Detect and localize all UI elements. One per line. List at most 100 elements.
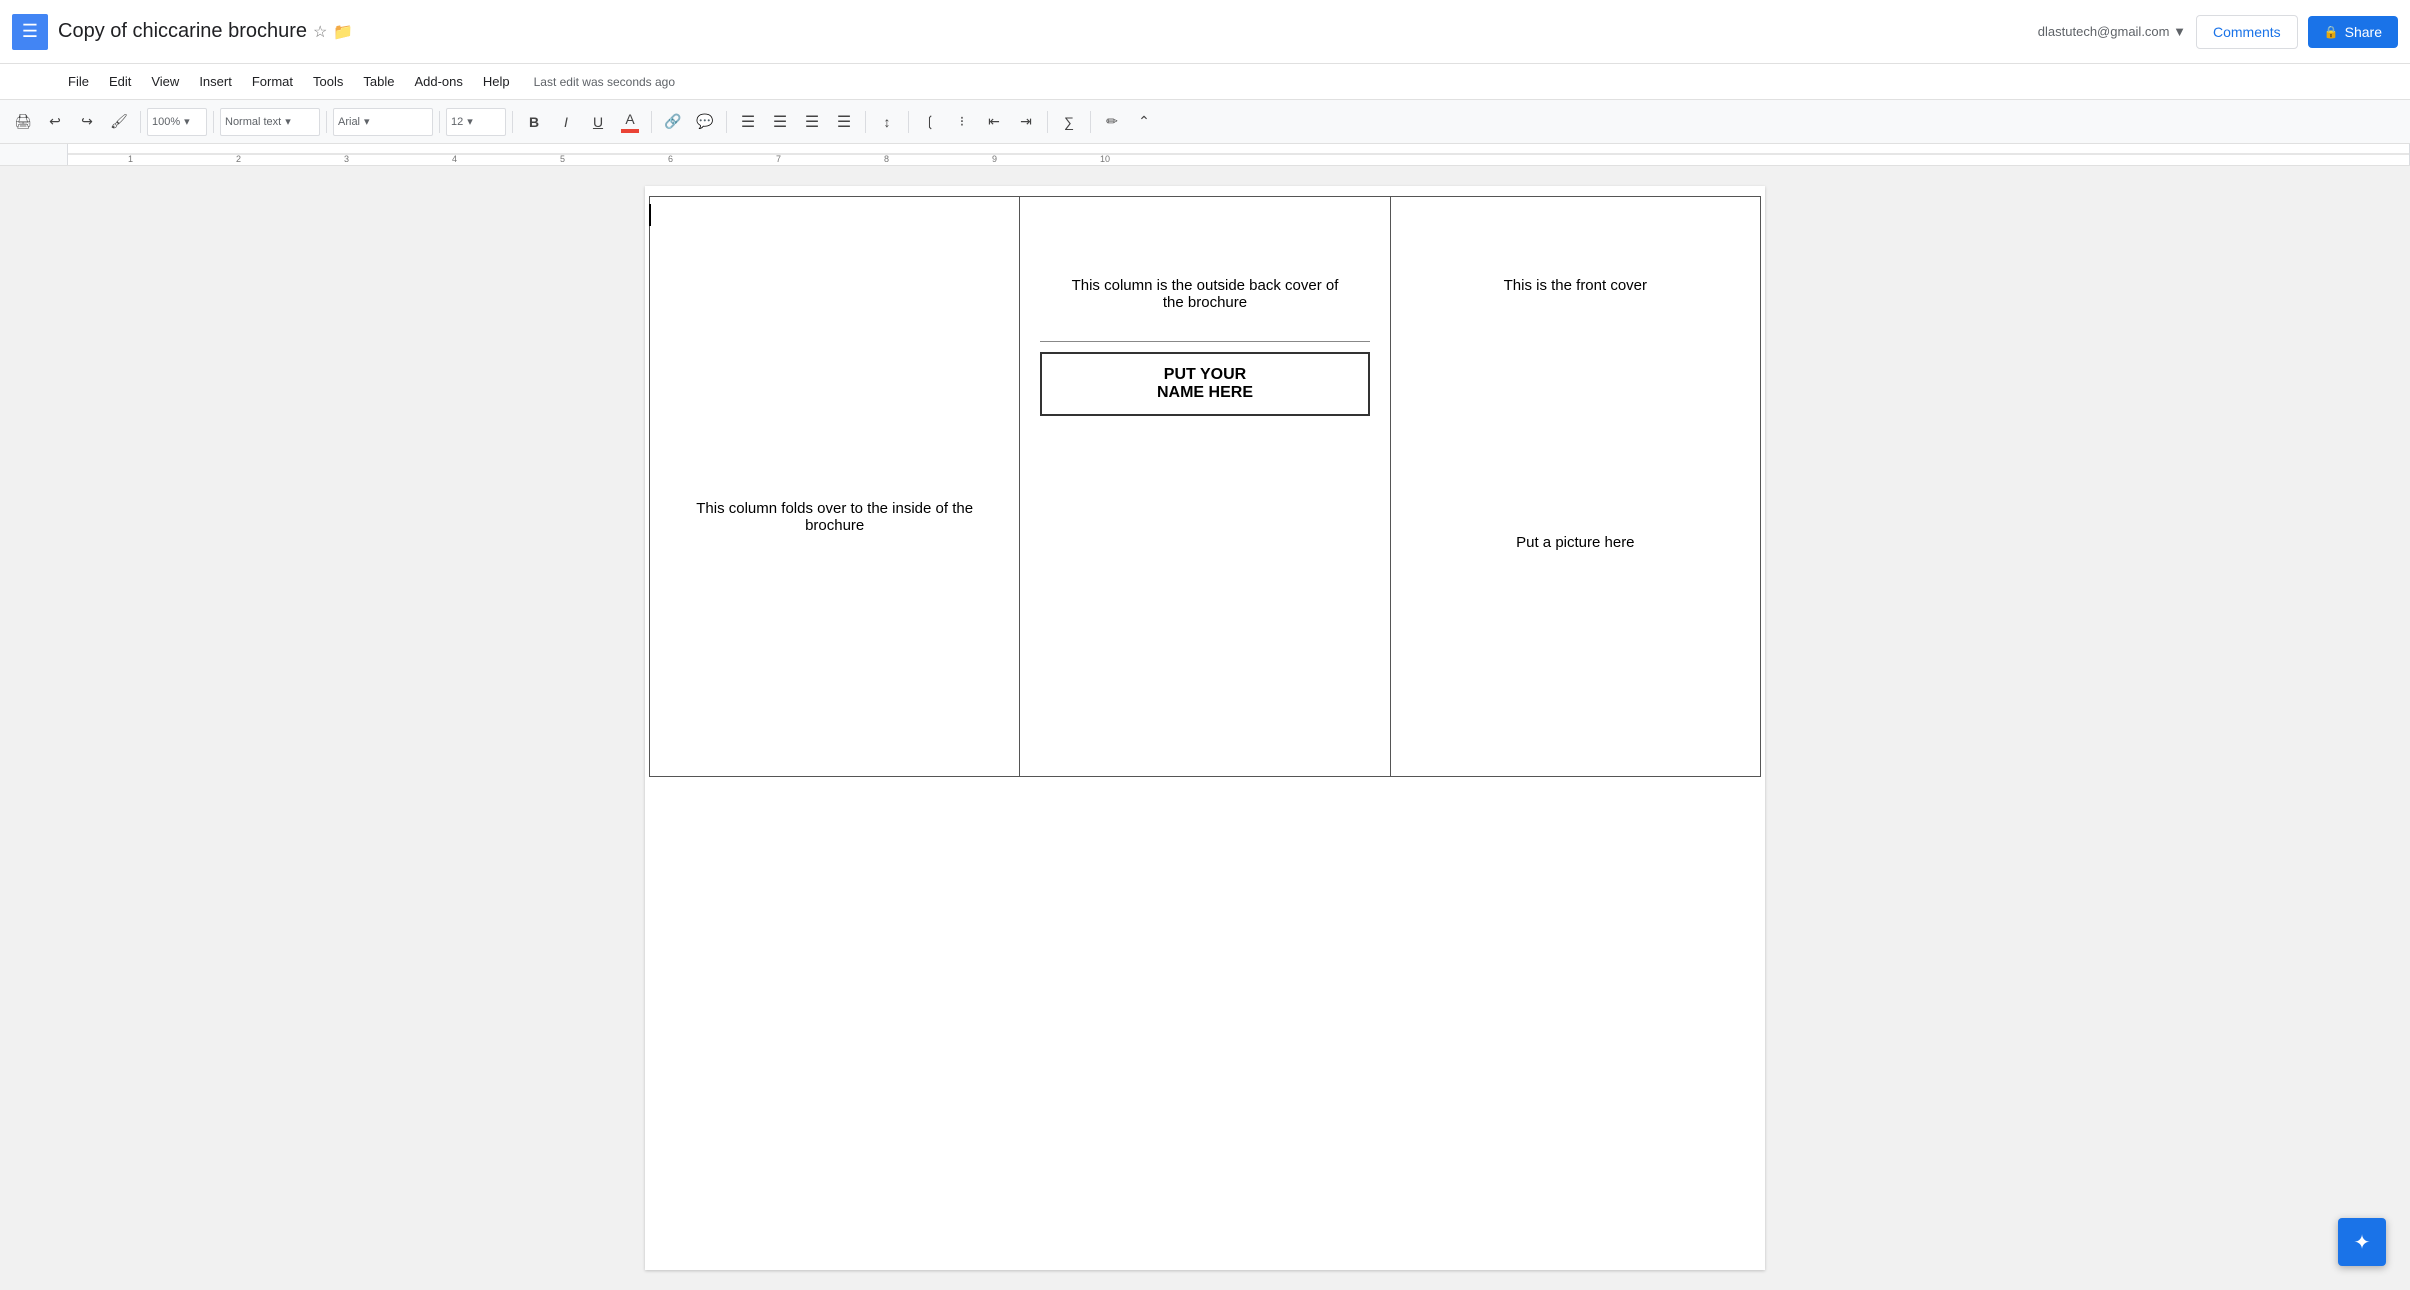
name-line1: PUT YOUR bbox=[1054, 366, 1355, 384]
svg-text:2: 2 bbox=[236, 154, 241, 164]
align-right-icon: ☰ bbox=[805, 112, 819, 132]
menu-table[interactable]: Table bbox=[355, 70, 402, 93]
name-box[interactable]: PUT YOUR NAME HERE bbox=[1040, 352, 1369, 416]
menu-help[interactable]: Help bbox=[475, 70, 518, 93]
print-button[interactable]: 🖨 bbox=[8, 107, 38, 137]
separator-7 bbox=[726, 111, 727, 133]
doc-title[interactable]: Copy of chiccarine brochure bbox=[58, 20, 307, 43]
folder-icon[interactable]: 📁 bbox=[333, 22, 353, 42]
ruler: 1 2 3 4 5 6 7 8 9 10 bbox=[0, 144, 2410, 166]
table-cell-col1[interactable]: This column folds over to the inside of … bbox=[650, 197, 1020, 777]
menu-view[interactable]: View bbox=[143, 70, 187, 93]
table-row: This column folds over to the inside of … bbox=[650, 197, 1761, 777]
paint-format-icon: 🖌 bbox=[110, 113, 128, 130]
paint-format-button[interactable]: 🖌 bbox=[104, 107, 134, 137]
font-size-select[interactable]: 12 ▾ bbox=[446, 108, 506, 136]
zoom-select[interactable]: 100% ▾ bbox=[147, 108, 207, 136]
separator-11 bbox=[1090, 111, 1091, 133]
indent-decrease-icon: ⇤ bbox=[988, 113, 1000, 130]
ordered-list-button[interactable]: ❲ bbox=[915, 107, 945, 137]
assistant-icon: ✦ bbox=[2354, 1230, 2371, 1255]
redo-icon: ↪ bbox=[81, 113, 93, 130]
separator-1 bbox=[140, 111, 141, 133]
menu-bar: File Edit View Insert Format Tools Table… bbox=[0, 64, 2410, 100]
line-spacing-button[interactable]: ↕ bbox=[872, 107, 902, 137]
floating-assistant-button[interactable]: ✦ bbox=[2338, 1218, 2386, 1266]
print-icon: 🖨 bbox=[14, 113, 32, 130]
svg-text:7: 7 bbox=[776, 154, 781, 164]
separator-2 bbox=[213, 111, 214, 133]
col1-text: This column folds over to the inside of … bbox=[670, 500, 999, 534]
last-edit-status: Last edit was seconds ago bbox=[534, 75, 675, 89]
share-button[interactable]: 🔒 Share bbox=[2308, 16, 2398, 48]
style-select[interactable]: Normal text ▾ bbox=[220, 108, 320, 136]
comments-button[interactable]: Comments bbox=[2196, 15, 2298, 49]
app-menu-icon[interactable]: ☰ bbox=[12, 14, 48, 50]
table-cell-col3[interactable]: This is the front cover Put a picture he… bbox=[1390, 197, 1760, 777]
doc-title-area: Copy of chiccarine brochure ☆ 📁 bbox=[58, 20, 2038, 43]
italic-button[interactable]: I bbox=[551, 107, 581, 137]
align-left-button[interactable]: ☰ bbox=[733, 107, 763, 137]
align-left-icon: ☰ bbox=[741, 112, 755, 132]
brochure-area: This column folds over to the inside of … bbox=[645, 186, 1765, 787]
align-center-icon: ☰ bbox=[773, 112, 787, 132]
separator-3 bbox=[326, 111, 327, 133]
menu-tools[interactable]: Tools bbox=[305, 70, 351, 93]
underline-button[interactable]: U bbox=[583, 107, 613, 137]
separator-10 bbox=[1047, 111, 1048, 133]
svg-text:6: 6 bbox=[668, 154, 673, 164]
align-center-button[interactable]: ☰ bbox=[765, 107, 795, 137]
menu-edit[interactable]: Edit bbox=[101, 70, 139, 93]
star-icon[interactable]: ☆ bbox=[313, 22, 327, 42]
link-button[interactable]: 🔗 bbox=[658, 107, 688, 137]
menu-format[interactable]: Format bbox=[244, 70, 301, 93]
user-email[interactable]: dlastutech@gmail.com ▼ bbox=[2038, 24, 2186, 39]
svg-text:9: 9 bbox=[992, 154, 997, 164]
pen-button[interactable]: ✏ bbox=[1097, 107, 1127, 137]
document-area[interactable]: This column folds over to the inside of … bbox=[0, 166, 2410, 1290]
name-line2: NAME HERE bbox=[1054, 384, 1355, 402]
ruler-inner: 1 2 3 4 5 6 7 8 9 10 bbox=[67, 144, 2410, 165]
unordered-list-icon: ⁝ bbox=[960, 113, 964, 130]
separator-9 bbox=[908, 111, 909, 133]
align-justify-button[interactable]: ☰ bbox=[829, 107, 859, 137]
collapse-icon: ⌃ bbox=[1138, 113, 1150, 130]
menu-insert[interactable]: Insert bbox=[191, 70, 240, 93]
pen-icon: ✏ bbox=[1106, 113, 1118, 130]
clear-formatting-icon: ∑ bbox=[1064, 114, 1074, 130]
col3-top-text: This is the front cover bbox=[1411, 277, 1740, 334]
undo-button[interactable]: ↩ bbox=[40, 107, 70, 137]
col1-content: This column folds over to the inside of … bbox=[670, 217, 999, 756]
ordered-list-icon: ❲ bbox=[924, 113, 936, 130]
col3-picture-text: Put a picture here bbox=[1411, 334, 1740, 551]
doc-page: This column folds over to the inside of … bbox=[645, 186, 1765, 1270]
link-icon: 🔗 bbox=[664, 113, 681, 130]
menu-file[interactable]: File bbox=[60, 70, 97, 93]
toolbar: 🖨 ↩ ↪ 🖌 100% ▾ Normal text ▾ Arial ▾ 12 … bbox=[0, 100, 2410, 144]
unordered-list-button[interactable]: ⁝ bbox=[947, 107, 977, 137]
indent-increase-icon: ⇥ bbox=[1020, 113, 1032, 130]
collapse-toolbar-button[interactable]: ⌃ bbox=[1129, 107, 1159, 137]
top-right-area: dlastutech@gmail.com ▼ Comments 🔒 Share bbox=[2038, 15, 2398, 49]
table-cell-col2[interactable]: This column is the outside back cover of… bbox=[1020, 197, 1390, 777]
separator-5 bbox=[512, 111, 513, 133]
col3-content: This is the front cover Put a picture he… bbox=[1411, 217, 1740, 756]
clear-formatting-button[interactable]: ∑ bbox=[1054, 107, 1084, 137]
color-indicator bbox=[621, 129, 639, 133]
svg-text:10: 10 bbox=[1100, 154, 1110, 164]
font-select[interactable]: Arial ▾ bbox=[333, 108, 433, 136]
comment-button[interactable]: 💬 bbox=[690, 107, 720, 137]
separator-6 bbox=[651, 111, 652, 133]
svg-text:8: 8 bbox=[884, 154, 889, 164]
indent-increase-button[interactable]: ⇥ bbox=[1011, 107, 1041, 137]
comment-icon: 💬 bbox=[696, 113, 713, 130]
align-right-button[interactable]: ☰ bbox=[797, 107, 827, 137]
menu-addons[interactable]: Add-ons bbox=[406, 70, 470, 93]
line-spacing-icon: ↕ bbox=[884, 114, 891, 130]
col2-top-text: This column is the outside back cover of… bbox=[1040, 217, 1369, 331]
indent-decrease-button[interactable]: ⇤ bbox=[979, 107, 1009, 137]
bold-button[interactable]: B bbox=[519, 107, 549, 137]
svg-text:1: 1 bbox=[128, 154, 133, 164]
font-color-button[interactable]: A bbox=[615, 107, 645, 137]
redo-button[interactable]: ↪ bbox=[72, 107, 102, 137]
